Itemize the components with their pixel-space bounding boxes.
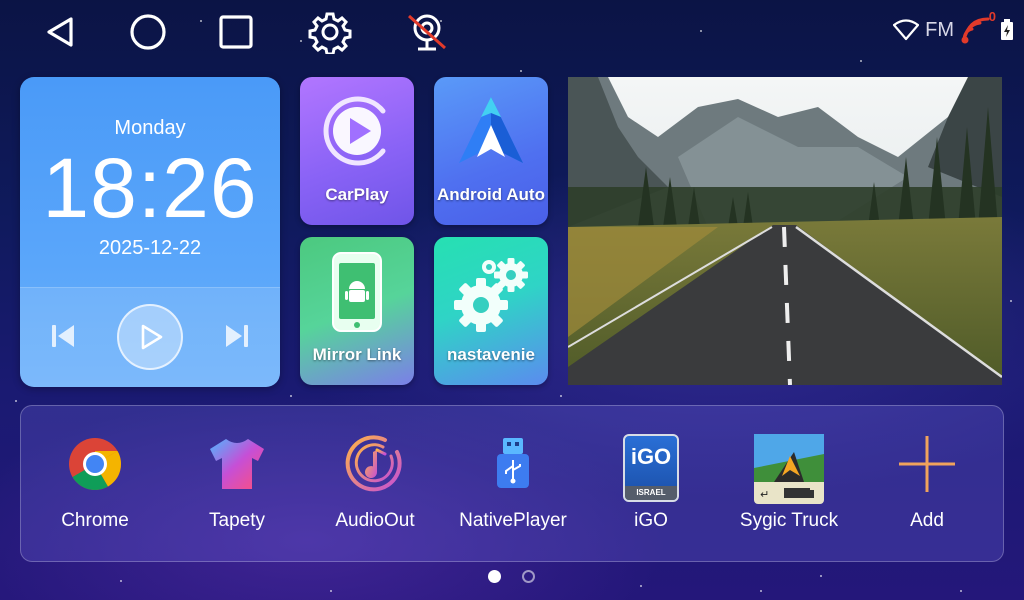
tile-label-settings: nastavenie — [447, 345, 535, 364]
wallpaper-photo[interactable] — [568, 77, 1002, 385]
settings-button[interactable] — [308, 10, 352, 54]
gears-icon — [454, 258, 528, 332]
clock-date: 2025-12-22 — [98, 237, 202, 259]
music-disc-icon — [345, 435, 402, 492]
tshirt-icon — [210, 439, 264, 489]
tile-label-mirror-link: Mirror Link — [312, 345, 402, 364]
dock-label: Tapety — [209, 510, 265, 531]
dock-app-sygic-truck[interactable]: ↵ Sygic Truck — [720, 406, 858, 563]
fm-indicator: FM — [925, 18, 954, 41]
dock-app-tapety[interactable]: Tapety — [168, 406, 306, 563]
sygic-icon: ↵ — [754, 434, 824, 504]
play-icon — [141, 324, 163, 350]
camera-toggle-button[interactable] — [405, 10, 449, 54]
settings-icon — [308, 12, 352, 54]
dock-label: iGO — [634, 510, 668, 531]
dock-label: AudioOut — [335, 510, 415, 531]
clock-time: 18:26 — [42, 141, 258, 235]
previous-button[interactable] — [48, 320, 80, 352]
igo-badge-sub: ISRAEL — [625, 486, 677, 500]
system-bar: FM 0 — [0, 0, 1024, 64]
page-indicator — [0, 570, 1024, 584]
next-button[interactable] — [220, 320, 252, 352]
clock-widget[interactable]: Monday 18:26 2025-12-22 — [20, 77, 280, 387]
page-dot-active[interactable] — [488, 570, 501, 583]
dock-app-igo[interactable]: iGO ISRAEL iGO — [582, 406, 720, 563]
dock-app-nativeplayer[interactable]: NativePlayer — [444, 406, 582, 563]
tile-mirror-link[interactable]: Mirror Link — [300, 237, 414, 385]
usb-icon — [497, 438, 529, 488]
previous-icon — [52, 325, 74, 347]
dock-label: Add — [910, 510, 944, 531]
home-icon — [130, 14, 166, 50]
carplay-icon — [323, 96, 386, 166]
page-dot[interactable] — [522, 570, 535, 583]
tile-android-auto[interactable]: Android Auto — [434, 77, 548, 225]
app-dock: Chrome Tapety AudioOut NativePlayer iGO … — [20, 405, 1004, 562]
tile-carplay[interactable]: CarPlay — [300, 77, 414, 225]
play-button[interactable] — [117, 304, 183, 370]
dock-label: NativePlayer — [459, 510, 567, 531]
igo-badge-text: iGO — [630, 444, 672, 469]
camera-disabled-icon — [408, 14, 446, 51]
status-area: FM 0 — [893, 9, 1014, 46]
media-controls — [20, 287, 280, 387]
tile-label-android-auto: Android Auto — [437, 185, 545, 204]
dock-app-audioout[interactable]: AudioOut — [306, 406, 444, 563]
signal-indicator: 0 — [960, 9, 996, 45]
chrome-icon — [69, 438, 121, 490]
road-landscape-image — [568, 77, 1002, 385]
dock-app-chrome[interactable]: Chrome — [26, 406, 164, 563]
signal-badge: 0 — [988, 9, 996, 24]
home-button[interactable] — [126, 10, 170, 54]
recent-apps-button[interactable] — [214, 10, 258, 54]
back-icon — [47, 17, 73, 47]
dock-label: Chrome — [61, 510, 129, 531]
battery-icon — [1001, 19, 1013, 40]
tile-settings[interactable]: nastavenie — [434, 237, 548, 385]
svg-text:↵: ↵ — [760, 488, 769, 501]
next-icon — [226, 325, 248, 347]
clock-day: Monday — [114, 117, 186, 139]
tile-label-carplay: CarPlay — [325, 185, 389, 204]
recent-apps-icon — [219, 15, 253, 49]
back-button[interactable] — [38, 10, 82, 54]
mirror-link-icon — [332, 252, 382, 332]
wifi-icon — [893, 19, 920, 41]
igo-icon: iGO ISRAEL — [623, 434, 679, 502]
plus-icon — [899, 436, 955, 492]
signal-icon — [961, 17, 990, 44]
dock-label: Sygic Truck — [739, 510, 839, 531]
android-auto-icon — [459, 97, 523, 163]
dock-app-add[interactable]: Add — [858, 406, 996, 563]
